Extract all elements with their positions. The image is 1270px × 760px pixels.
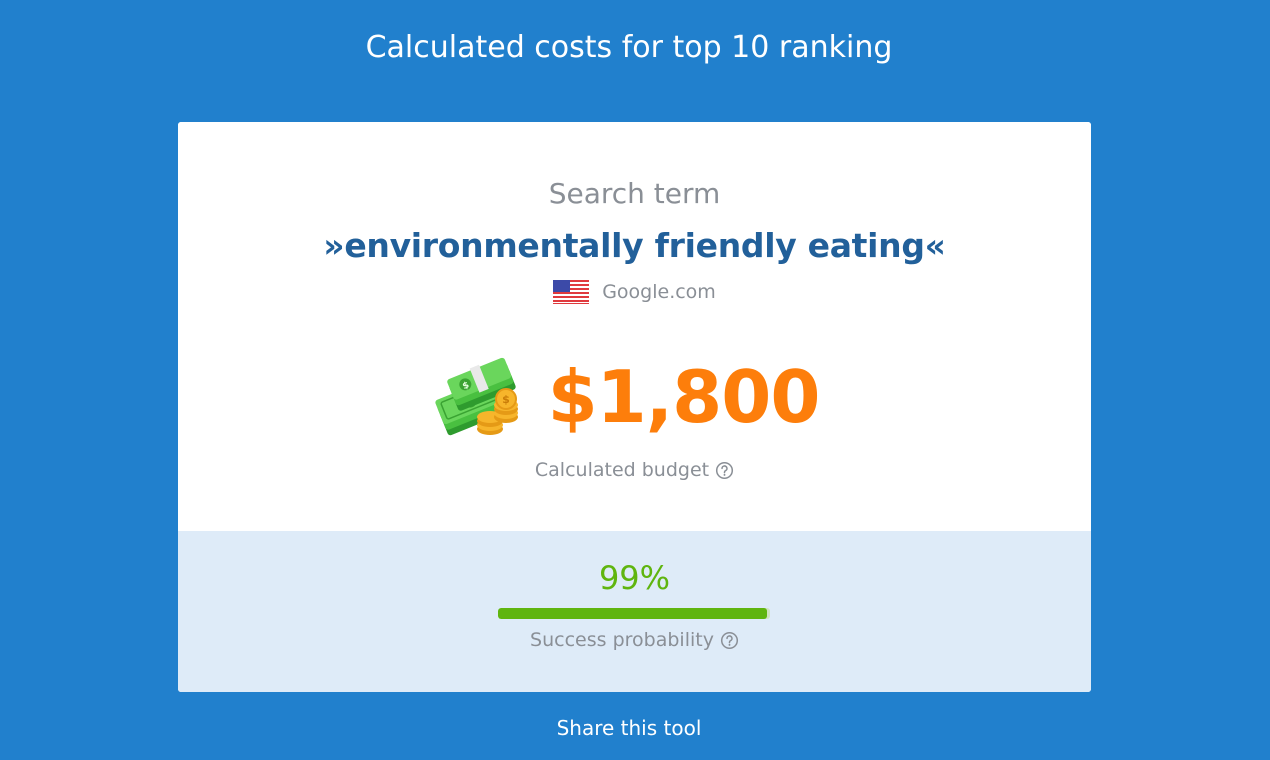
page-title: Calculated costs for top 10 ranking bbox=[365, 30, 893, 65]
help-icon[interactable] bbox=[720, 631, 739, 650]
share-tool-link[interactable]: Share this tool bbox=[0, 715, 1258, 741]
budget-label-row: Calculated budget bbox=[178, 459, 1091, 481]
probability-bar-fill bbox=[498, 608, 768, 619]
svg-text:$: $ bbox=[502, 393, 510, 406]
page: Calculated costs for top 10 ranking Sear… bbox=[0, 0, 1270, 760]
budget-label: Calculated budget bbox=[534, 459, 710, 481]
budget-amount: $1,800 bbox=[547, 355, 821, 439]
probability-bar bbox=[498, 608, 770, 619]
probability-panel: 99% Success probability bbox=[178, 531, 1091, 692]
probability-value: 99% bbox=[598, 559, 671, 597]
keyword-text: »environmentally friendly eating« bbox=[323, 226, 946, 265]
money-stack-icon: $ $ bbox=[434, 357, 518, 436]
result-card-top: Search term »environmentally friendly ea… bbox=[178, 122, 1091, 531]
us-flag-icon bbox=[553, 280, 590, 304]
help-icon[interactable] bbox=[715, 461, 734, 480]
result-card: Search term »environmentally friendly ea… bbox=[178, 122, 1091, 692]
probability-label: Success probability bbox=[530, 629, 714, 651]
budget-row: $ $ $1,800 bbox=[178, 352, 1091, 442]
search-engine-name: Google.com bbox=[602, 281, 716, 303]
search-term-label: Search term bbox=[548, 177, 721, 210]
search-engine-row: Google.com bbox=[178, 280, 1091, 304]
probability-label-row: Success probability bbox=[178, 629, 1091, 651]
